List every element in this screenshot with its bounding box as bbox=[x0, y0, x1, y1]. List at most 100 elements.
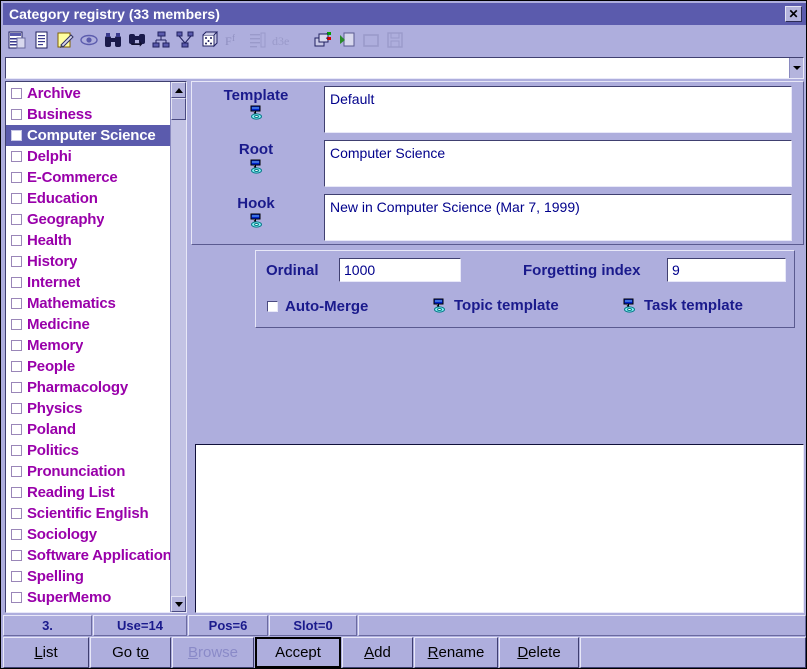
list-item-checkbox[interactable] bbox=[11, 571, 22, 582]
list-item[interactable]: Computer Science bbox=[6, 125, 170, 146]
list-item-checkbox[interactable] bbox=[11, 508, 22, 519]
window-icon[interactable] bbox=[361, 30, 381, 50]
tree-merge-icon[interactable] bbox=[175, 30, 195, 50]
list-item[interactable]: Politics bbox=[6, 440, 170, 461]
list-item[interactable]: Sociology bbox=[6, 524, 170, 545]
list-item[interactable]: Pharmacology bbox=[6, 377, 170, 398]
list-item-checkbox[interactable] bbox=[11, 361, 22, 372]
auto-merge-box[interactable] bbox=[267, 301, 278, 312]
topic-template-icon[interactable] bbox=[431, 298, 448, 314]
list-item-checkbox[interactable] bbox=[11, 382, 22, 393]
forgetting-index-field[interactable] bbox=[667, 258, 786, 282]
delete-button[interactable]: Delete bbox=[499, 637, 579, 668]
scroll-up-button[interactable] bbox=[171, 82, 186, 98]
list-item[interactable]: E-Commerce bbox=[6, 167, 170, 188]
eye-icon[interactable] bbox=[79, 30, 99, 50]
list-button[interactable]: List bbox=[3, 637, 89, 668]
list-item-checkbox[interactable] bbox=[11, 487, 22, 498]
list-item[interactable]: Delphi bbox=[6, 146, 170, 167]
ordinal-input[interactable] bbox=[340, 259, 460, 281]
tree-nodes-icon[interactable] bbox=[151, 30, 171, 50]
copy-windows-icon[interactable] bbox=[313, 30, 333, 50]
scroll-down-button[interactable] bbox=[171, 596, 186, 612]
root-link-icon[interactable] bbox=[248, 159, 265, 175]
task-template-link[interactable]: Task template bbox=[621, 297, 743, 314]
binoculars-repeat-icon[interactable] bbox=[127, 30, 147, 50]
font-icon[interactable]: F f bbox=[223, 30, 243, 50]
document-icon[interactable] bbox=[31, 30, 51, 50]
root-field[interactable]: Computer Science bbox=[324, 140, 792, 187]
goto-button[interactable]: Go to bbox=[90, 637, 171, 668]
list-item-checkbox[interactable] bbox=[11, 130, 22, 141]
list-item[interactable]: Pronunciation bbox=[6, 461, 170, 482]
list-item[interactable]: Reading List bbox=[6, 482, 170, 503]
category-list-items[interactable]: Archive Business Computer Science Delphi E-C… bbox=[6, 82, 170, 612]
list-item-checkbox[interactable] bbox=[11, 235, 22, 246]
list-item-checkbox[interactable] bbox=[11, 550, 22, 561]
scroll-thumb[interactable] bbox=[171, 98, 186, 120]
template-link-icon[interactable] bbox=[248, 105, 265, 121]
list-item-checkbox[interactable] bbox=[11, 298, 22, 309]
list-item[interactable]: Software Application bbox=[6, 545, 170, 566]
sort-list-icon[interactable] bbox=[247, 30, 267, 50]
list-item[interactable]: People bbox=[6, 356, 170, 377]
close-icon[interactable]: ✕ bbox=[785, 6, 802, 22]
hook-field[interactable]: New in Computer Science (Mar 7, 1999) bbox=[324, 194, 792, 241]
save-disk-icon[interactable] bbox=[385, 30, 405, 50]
list-item-checkbox[interactable] bbox=[11, 88, 22, 99]
list-item-checkbox[interactable] bbox=[11, 214, 22, 225]
list-item-checkbox[interactable] bbox=[11, 529, 22, 540]
list-item[interactable]: Memory bbox=[6, 335, 170, 356]
topic-template-link[interactable]: Topic template bbox=[431, 297, 559, 314]
accept-button[interactable]: Accept bbox=[255, 637, 341, 668]
list-item-checkbox[interactable] bbox=[11, 424, 22, 435]
template-field[interactable]: Default bbox=[324, 86, 792, 133]
list-item-checkbox[interactable] bbox=[11, 445, 22, 456]
binoculars-icon[interactable] bbox=[103, 30, 123, 50]
list-item-checkbox[interactable] bbox=[11, 319, 22, 330]
list-item-checkbox[interactable] bbox=[11, 277, 22, 288]
list-item[interactable]: Scientific English bbox=[6, 503, 170, 524]
list-item-checkbox[interactable] bbox=[11, 340, 22, 351]
list-item[interactable]: Geography bbox=[6, 209, 170, 230]
registry-list-icon[interactable] bbox=[7, 30, 27, 50]
forgetting-index-input[interactable] bbox=[668, 259, 785, 281]
content-area[interactable] bbox=[195, 444, 804, 613]
list-item-checkbox[interactable] bbox=[11, 151, 22, 162]
scroll-track[interactable] bbox=[171, 98, 186, 596]
list-item[interactable]: Business bbox=[6, 104, 170, 125]
list-item[interactable]: Archive bbox=[6, 83, 170, 104]
edit-note-icon[interactable] bbox=[55, 30, 75, 50]
search-combo[interactable] bbox=[5, 57, 804, 79]
category-list[interactable]: Archive Business Computer Science Delphi E-C… bbox=[5, 81, 187, 613]
list-item[interactable]: Health bbox=[6, 230, 170, 251]
ordinal-field[interactable] bbox=[339, 258, 461, 282]
list-item[interactable]: Medicine bbox=[6, 314, 170, 335]
list-item-checkbox[interactable] bbox=[11, 466, 22, 477]
hook-link-icon[interactable] bbox=[248, 213, 265, 229]
list-item-checkbox[interactable] bbox=[11, 592, 22, 603]
auto-merge-checkbox[interactable]: Auto-Merge bbox=[267, 298, 368, 315]
task-template-icon[interactable] bbox=[621, 298, 638, 314]
paste-icon[interactable] bbox=[337, 30, 357, 50]
list-item[interactable]: SuperMemo bbox=[6, 587, 170, 608]
list-item-checkbox[interactable] bbox=[11, 172, 22, 183]
list-item[interactable]: Physics bbox=[6, 398, 170, 419]
list-item[interactable]: History bbox=[6, 251, 170, 272]
list-item[interactable]: Spelling bbox=[6, 566, 170, 587]
cube-icon[interactable] bbox=[199, 30, 219, 50]
list-item-checkbox[interactable] bbox=[11, 256, 22, 267]
list-item[interactable]: Mathematics bbox=[6, 293, 170, 314]
add-button[interactable]: Add bbox=[342, 637, 413, 668]
dsa-icon[interactable]: d3e bbox=[271, 30, 291, 50]
list-item-checkbox[interactable] bbox=[11, 403, 22, 414]
list-item[interactable]: Poland bbox=[6, 419, 170, 440]
chevron-down-icon[interactable] bbox=[789, 58, 803, 78]
list-item-checkbox[interactable] bbox=[11, 109, 22, 120]
category-list-scrollbar[interactable] bbox=[170, 82, 186, 612]
list-item[interactable]: Education bbox=[6, 188, 170, 209]
search-input[interactable] bbox=[6, 58, 789, 78]
list-item-checkbox[interactable] bbox=[11, 193, 22, 204]
rename-button[interactable]: Rename bbox=[414, 637, 498, 668]
list-item[interactable]: Internet bbox=[6, 272, 170, 293]
